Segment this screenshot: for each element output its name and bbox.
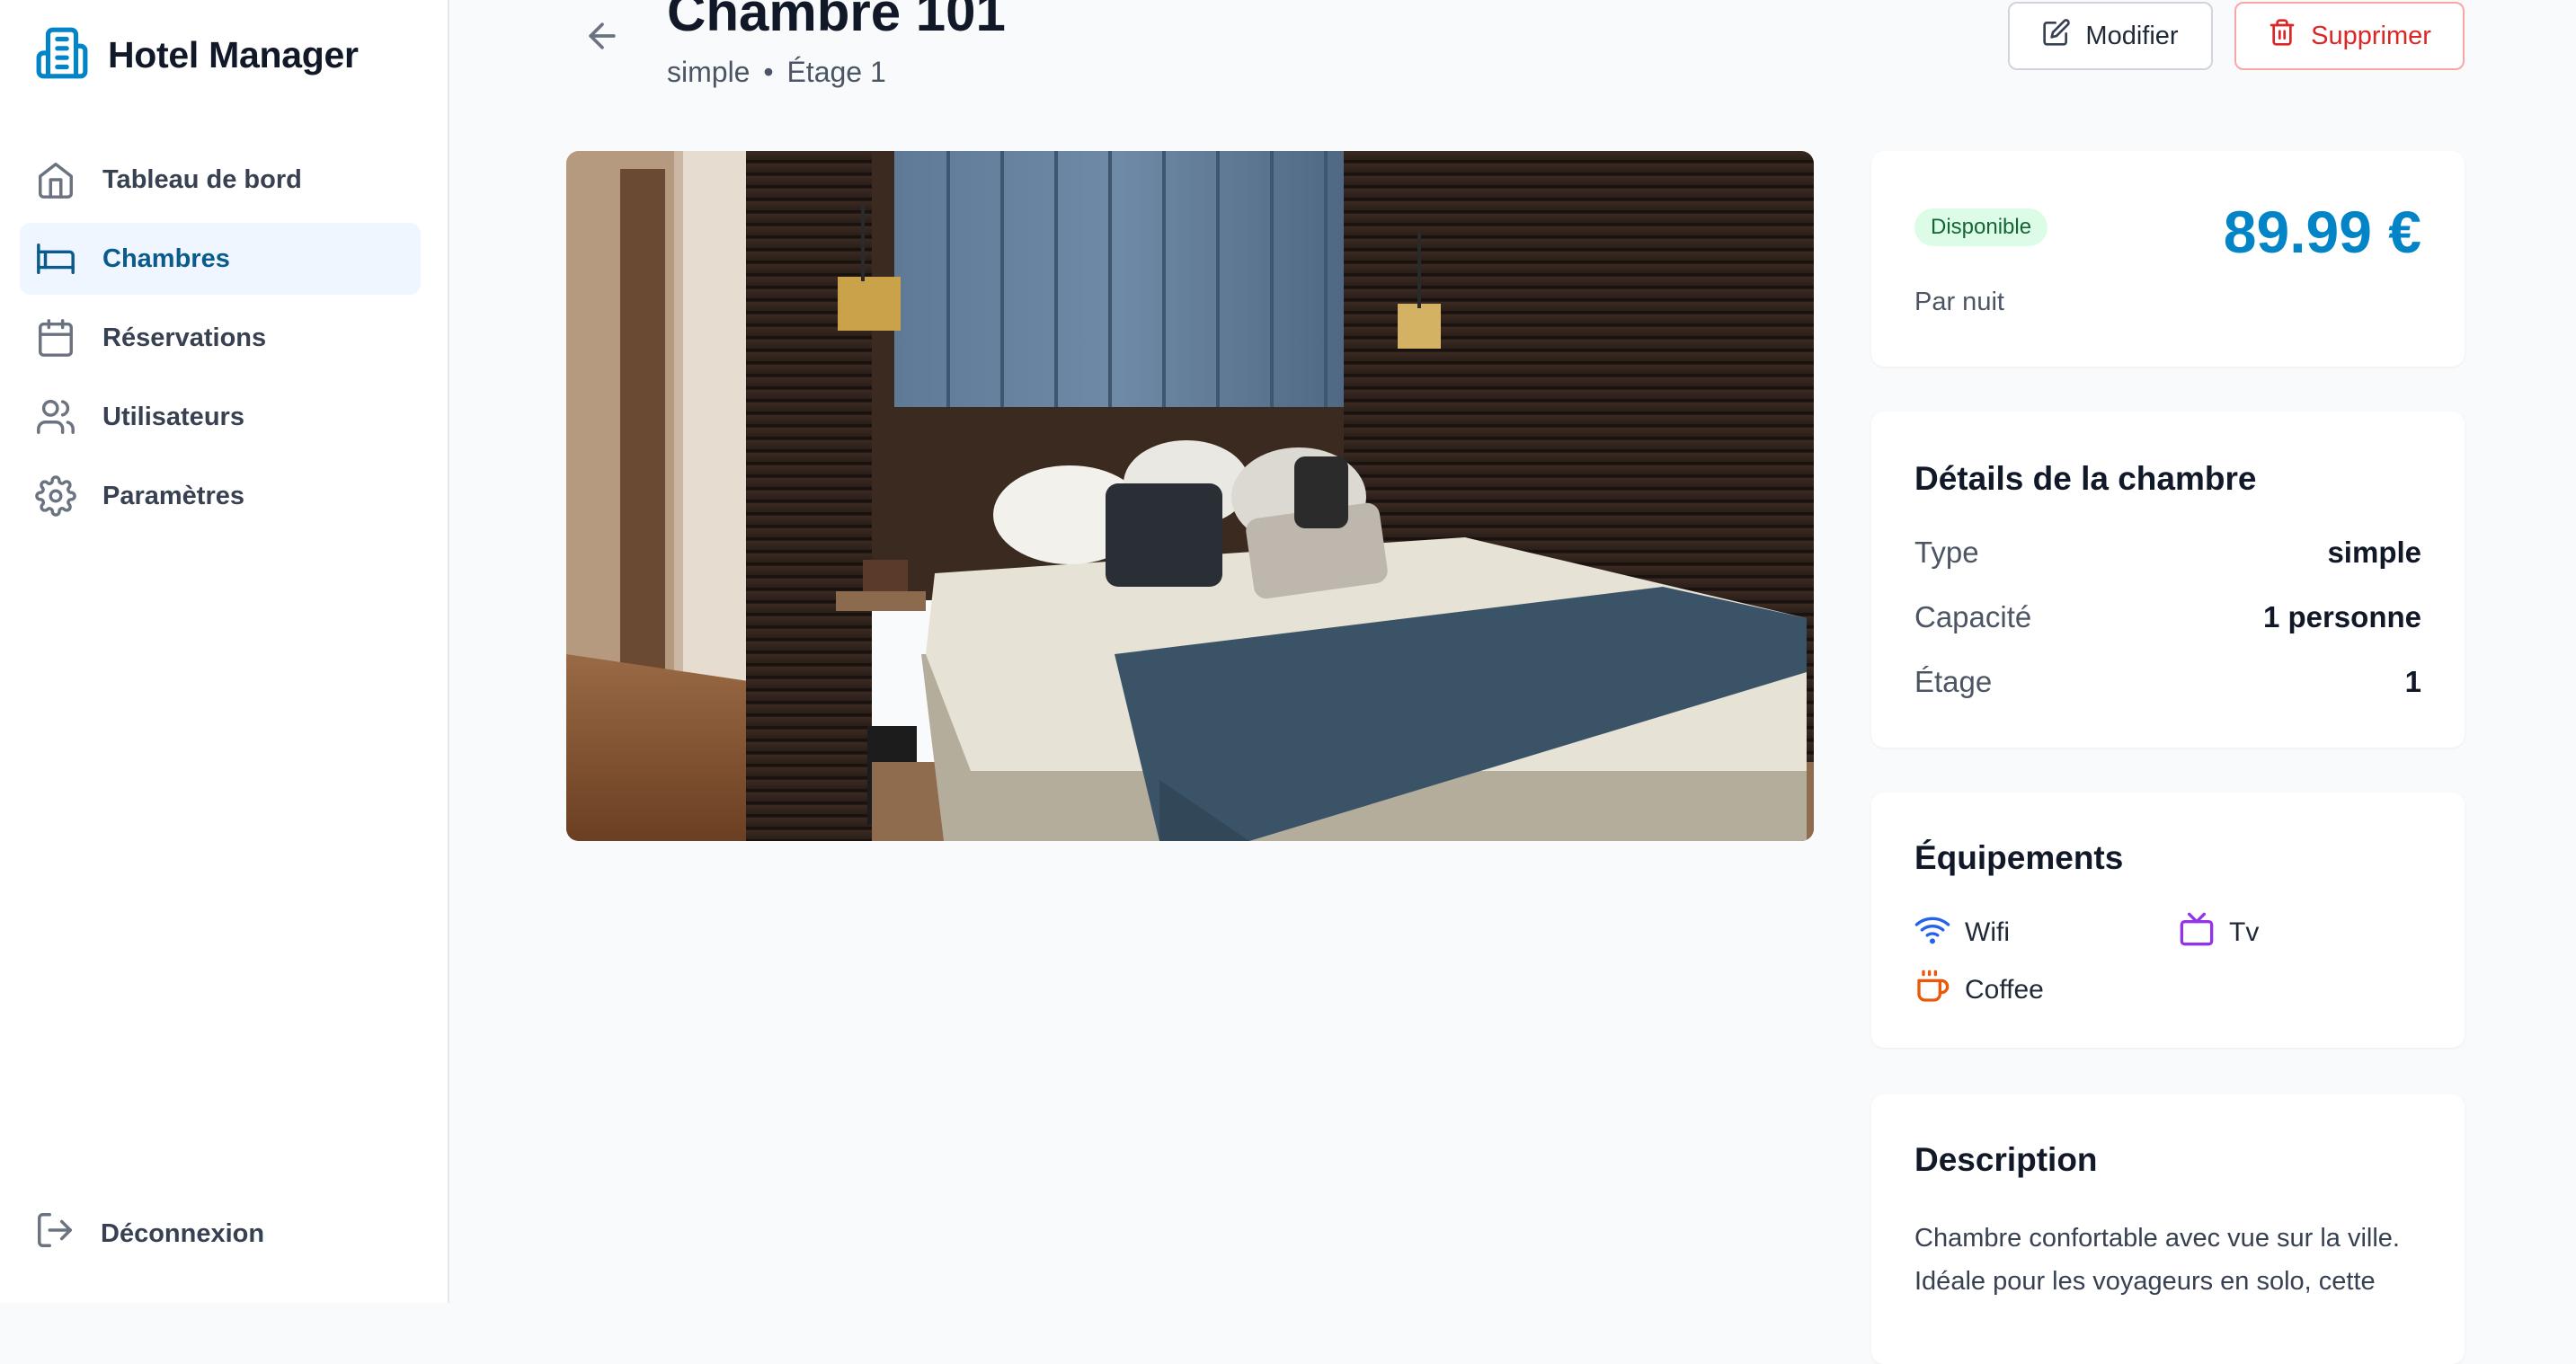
hotel-building-icon <box>34 25 90 85</box>
wifi-icon <box>1914 911 1965 954</box>
detail-value: 1 <box>2404 665 2421 698</box>
detail-row-floor: Étage 1 <box>1914 665 2421 699</box>
edit-button[interactable]: Modifier <box>2008 2 2213 70</box>
detail-key: Capacité <box>1914 600 2032 633</box>
room-type: simple <box>667 56 751 88</box>
trash-icon <box>2268 18 2311 54</box>
equipment-label: Wifi <box>1965 917 2010 947</box>
subtitle-separator: • <box>763 56 774 88</box>
equipment-heading: Équipements <box>1914 839 2124 876</box>
equipment-label: Tv <box>2229 917 2260 947</box>
calendar-icon <box>34 316 77 359</box>
sidebar-item-users[interactable]: Utilisateurs <box>20 381 421 453</box>
detail-row-type: Type simple <box>1914 536 2421 570</box>
tv-icon <box>2179 911 2229 954</box>
sidebar-item-rooms[interactable]: Chambres <box>20 223 421 295</box>
logout-icon <box>34 1209 101 1258</box>
edit-icon <box>2042 18 2085 54</box>
back-button[interactable] <box>577 13 627 63</box>
price-card: Disponible 89.99 € Par nuit <box>1871 151 2465 367</box>
coffee-icon <box>1914 969 1965 1012</box>
description-text: Chambre confortable avec vue sur la vill… <box>1914 1224 2400 1296</box>
sidebar-item-dashboard[interactable]: Tableau de bord <box>20 144 421 216</box>
price-unit: Par nuit <box>1914 288 2004 316</box>
sidebar-nav: Tableau de bord Chambres Réservations Ut… <box>20 144 421 539</box>
sidebar-item-label: Paramètres <box>102 481 244 510</box>
edit-label: Modifier <box>2085 21 2179 50</box>
details-card: Détails de la chambre Type simple Capaci… <box>1871 412 2465 748</box>
page-title: Chambre 101 <box>667 0 1006 42</box>
equipment-label: Coffee <box>1965 975 2044 1005</box>
room-photo <box>566 151 1814 841</box>
arrow-left-icon <box>582 16 622 60</box>
delete-button[interactable]: Supprimer <box>2234 2 2465 70</box>
sidebar-item-label: Chambres <box>102 244 230 273</box>
users-icon <box>34 395 77 438</box>
detail-key: Type <box>1914 536 1979 569</box>
delete-label: Supprimer <box>2311 21 2431 50</box>
equipment-item-tv: Tv <box>2179 911 2259 954</box>
page-subtitle: simple • Étage 1 <box>667 54 886 90</box>
app-name: Hotel Manager <box>108 34 359 75</box>
equipment-item-coffee: Coffee <box>1914 969 2044 1012</box>
equipment-item-wifi: Wifi <box>1914 911 2010 954</box>
details-heading: Détails de la chambre <box>1914 460 2257 497</box>
sidebar-item-reservations[interactable]: Réservations <box>20 302 421 374</box>
description-card: Description Chambre confortable avec vue… <box>1871 1094 2465 1364</box>
room-floor: Étage 1 <box>786 56 886 88</box>
sidebar-item-settings[interactable]: Paramètres <box>20 460 421 532</box>
sidebar-item-label: Réservations <box>102 323 267 352</box>
logout-label: Déconnexion <box>101 1218 265 1248</box>
brand[interactable]: Hotel Manager <box>34 25 359 85</box>
detail-value: 1 personne <box>2262 600 2421 633</box>
sidebar-item-label: Tableau de bord <box>102 164 302 194</box>
bed-icon <box>34 237 77 280</box>
home-icon <box>34 158 77 201</box>
equipment-card: Équipements Wifi Tv Coffee <box>1871 793 2465 1048</box>
detail-key: Étage <box>1914 665 1993 698</box>
room-price: 89.99 € <box>2223 199 2421 265</box>
description-heading: Description <box>1914 1141 2098 1178</box>
status-badge: Disponible <box>1914 208 2048 246</box>
sidebar-item-label: Utilisateurs <box>102 402 244 431</box>
gear-icon <box>34 474 77 518</box>
detail-row-capacity: Capacité 1 personne <box>1914 600 2421 634</box>
sidebar: Hotel Manager Tableau de bord Chambres R… <box>0 0 449 1303</box>
detail-value: simple <box>2327 536 2421 569</box>
logout-button[interactable]: Déconnexion <box>34 1209 264 1258</box>
